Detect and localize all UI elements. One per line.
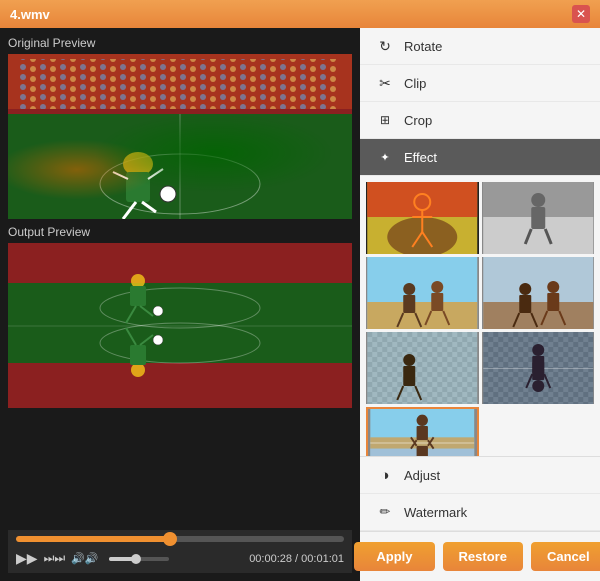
effect-thumb-color[interactable]: [366, 182, 479, 254]
effect-thumb-warm1[interactable]: [366, 257, 479, 329]
effect-thumb-grid1[interactable]: [366, 332, 479, 404]
effect-grid: Vertical: [360, 176, 600, 456]
bottom-tools: ◑ Adjust ✏ Watermark: [360, 456, 600, 531]
effect-thumb-gray[interactable]: [482, 182, 595, 254]
action-buttons: Apply Restore Cancel: [360, 531, 600, 581]
tool-menu: ↻ Rotate ✂ Clip ⊞ Crop ✦ Effect: [360, 28, 600, 176]
watermark-icon: ✏: [376, 503, 394, 521]
scrubber-thumb[interactable]: [163, 532, 177, 546]
window-title: 4.wmv: [10, 7, 50, 22]
effect-thumb-warm2[interactable]: [482, 257, 595, 329]
main-layout: Original Preview: [0, 28, 600, 581]
close-button[interactable]: ✕: [572, 5, 590, 23]
clip-icon: ✂: [376, 74, 394, 92]
output-preview-label: Output Preview: [8, 225, 352, 239]
original-preview: [8, 54, 352, 219]
volume-thumb[interactable]: [131, 554, 141, 564]
effect-mirror-preview: [368, 409, 477, 456]
adjust-label: Adjust: [404, 468, 440, 483]
right-panel: ↻ Rotate ✂ Clip ⊞ Crop ✦ Effect: [360, 28, 600, 581]
volume-track[interactable]: [109, 557, 169, 561]
cancel-button[interactable]: Cancel: [531, 542, 600, 571]
original-scene: [8, 54, 352, 219]
time-display: 00:00:28 / 00:01:01: [249, 553, 344, 565]
controls-area: ▶ ⏭ 🔊 00:00:28 / 00:01:01: [8, 530, 352, 573]
original-scene-svg: [8, 54, 352, 219]
rotate-icon: ↻: [376, 37, 394, 55]
clip-label: Clip: [404, 76, 426, 91]
crop-icon: ⊞: [376, 111, 394, 129]
title-bar: 4.wmv ✕: [0, 0, 600, 28]
effect-thumb-grid2[interactable]: [482, 332, 595, 404]
original-preview-label: Original Preview: [8, 36, 352, 50]
tool-effect[interactable]: ✦ Effect: [360, 139, 600, 176]
play-button[interactable]: ▶: [16, 550, 38, 567]
tool-adjust[interactable]: ◑ Adjust: [360, 457, 600, 494]
effect-label: Effect: [404, 150, 437, 165]
watermark-label: Watermark: [404, 505, 467, 520]
output-scene-svg: [8, 243, 352, 408]
effect-thumb-mirror[interactable]: Vertical: [366, 407, 479, 456]
effect-warm2-preview: [482, 257, 595, 329]
effect-warm1-preview: [366, 257, 479, 329]
effect-icon: ✦: [376, 148, 394, 166]
playback-controls: ▶ ⏭ 🔊 00:00:28 / 00:01:01: [16, 550, 344, 567]
output-preview: [8, 243, 352, 408]
restore-button[interactable]: Restore: [443, 542, 523, 571]
tool-rotate[interactable]: ↻ Rotate: [360, 28, 600, 65]
scrubber-fill: [16, 536, 170, 542]
tool-watermark[interactable]: ✏ Watermark: [360, 494, 600, 531]
effect-color-preview: [366, 182, 479, 254]
effect-gray-preview: [482, 182, 595, 254]
left-panel: Original Preview: [0, 28, 360, 581]
step-forward-button[interactable]: ⏭: [44, 551, 66, 566]
rotate-label: Rotate: [404, 39, 442, 54]
scrubber-track[interactable]: [16, 536, 344, 542]
adjust-icon: ◑: [376, 466, 394, 484]
apply-button[interactable]: Apply: [354, 542, 434, 571]
output-scene: [8, 243, 352, 408]
tool-crop[interactable]: ⊞ Crop: [360, 102, 600, 139]
crop-label: Crop: [404, 113, 432, 128]
tool-clip[interactable]: ✂ Clip: [360, 65, 600, 102]
volume-icon: 🔊: [71, 552, 98, 565]
effect-grid1-preview: [366, 332, 479, 404]
effect-grid2-preview: [482, 332, 595, 404]
